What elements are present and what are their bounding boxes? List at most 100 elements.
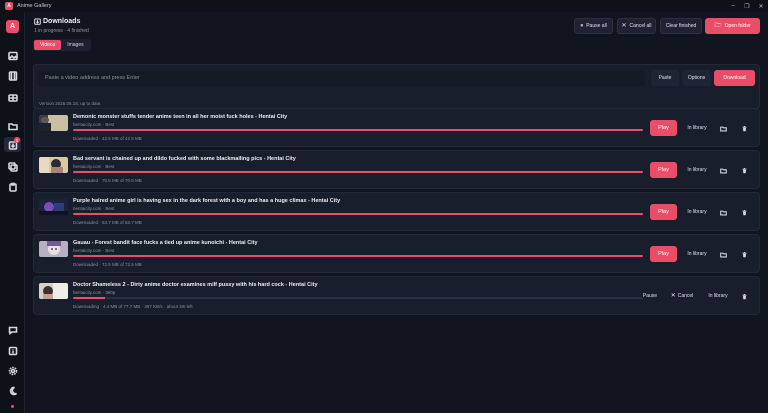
minimize-icon[interactable]: – xyxy=(726,0,740,12)
info-icon xyxy=(8,346,17,355)
download-source: hentaicity.com · 360p xyxy=(73,290,116,295)
delete-button[interactable] xyxy=(737,288,751,304)
download-row: Gauau - Forest bandit face fucks a tied … xyxy=(33,234,760,273)
play-button[interactable]: Play xyxy=(650,246,677,262)
cancel-all-button[interactable]: ✕ Cancel all xyxy=(617,18,656,34)
video-thumbnail[interactable] xyxy=(39,283,68,299)
video-thumbnail[interactable] xyxy=(39,157,68,173)
download-status: Downloaded · 63.7 MB of 63.7 MB xyxy=(73,220,142,225)
cancel-button[interactable]: ✕ Cancel xyxy=(666,288,698,304)
trash-icon xyxy=(741,209,747,215)
in-library-button[interactable]: In library xyxy=(682,120,712,136)
folder-icon xyxy=(719,168,727,173)
in-library-button[interactable]: In library xyxy=(682,204,712,220)
download-source: hentaicity.com · Best xyxy=(73,122,115,127)
sidebar-item-clipboard[interactable] xyxy=(4,179,21,194)
sidebar-item-folders[interactable] xyxy=(4,118,21,133)
url-input[interactable] xyxy=(37,70,645,86)
open-folder-button[interactable] xyxy=(716,246,730,262)
download-icon xyxy=(34,18,41,25)
folder-icon xyxy=(719,126,727,131)
folder-icon xyxy=(7,122,18,130)
downloads-badge: 5 xyxy=(14,137,20,143)
paste-button[interactable]: Paste xyxy=(651,70,679,86)
progress-fill xyxy=(73,171,643,173)
download-progress xyxy=(73,297,643,299)
delete-button[interactable] xyxy=(737,246,751,262)
x-icon: ✕ xyxy=(670,293,676,299)
delete-button[interactable] xyxy=(737,204,751,220)
delete-button[interactable] xyxy=(737,162,751,178)
pause-button[interactable]: Pause xyxy=(638,288,662,304)
sidebar-item-downloads[interactable]: 5 xyxy=(4,137,21,152)
sidebar-logo[interactable]: A xyxy=(6,20,19,33)
progress-fill xyxy=(73,255,643,257)
open-folder-button[interactable] xyxy=(716,204,730,220)
video-thumbnail[interactable] xyxy=(39,241,68,257)
clear-finished-button[interactable]: Clear finished xyxy=(660,18,702,34)
folder-icon: 🗁 xyxy=(714,23,722,29)
maximize-icon[interactable]: ❐ xyxy=(740,0,754,12)
trash-icon xyxy=(741,125,747,131)
download-title: Gauau - Forest bandit face fucks a tied … xyxy=(73,240,258,246)
title-bar: A Anime Gallery – ❐ ✕ xyxy=(0,0,768,12)
open-folder-button[interactable]: 🗁 Open folder xyxy=(705,18,760,34)
download-progress xyxy=(73,213,643,215)
sidebar-item-settings[interactable] xyxy=(4,363,21,378)
media-type-tabs: Videos Images xyxy=(33,39,91,51)
play-button[interactable]: Play xyxy=(650,204,677,220)
open-folder-button[interactable] xyxy=(716,162,730,178)
image-icon xyxy=(7,51,18,60)
video-thumbnail[interactable] xyxy=(39,115,68,131)
sidebar-item-chat[interactable] xyxy=(4,322,21,337)
options-button[interactable]: Options xyxy=(682,70,711,86)
page-subtitle: 1 in progress · 4 finished xyxy=(34,28,89,34)
sidebar-item-theme[interactable] xyxy=(4,383,21,398)
main-content: Downloads 1 in progress · 4 finished Vid… xyxy=(25,12,768,413)
grid-icon xyxy=(7,93,18,102)
pause-icon: ⏸ xyxy=(580,23,584,29)
film-icon xyxy=(8,70,17,81)
sidebar-item-gallery[interactable] xyxy=(4,48,21,63)
tab-videos[interactable]: Videos xyxy=(34,40,62,50)
close-icon[interactable]: ✕ xyxy=(754,0,768,12)
in-library-button[interactable]: In library xyxy=(702,288,734,304)
download-progress xyxy=(73,171,643,173)
play-button[interactable]: Play xyxy=(650,120,677,136)
progress-fill xyxy=(73,213,643,215)
video-thumbnail[interactable] xyxy=(39,199,68,215)
open-folder-label: Open folder xyxy=(724,23,751,29)
tab-images[interactable]: Images xyxy=(61,40,89,50)
pause-all-label: Pause all xyxy=(586,23,607,29)
sidebar-item-collections[interactable] xyxy=(4,90,21,105)
download-button[interactable]: Download xyxy=(714,70,755,86)
sidebar-item-library[interactable] xyxy=(4,159,21,174)
download-progress xyxy=(73,255,643,257)
download-source: hentaicity.com · Best xyxy=(73,206,115,211)
page-title: Downloads xyxy=(43,18,81,25)
download-row: Doctor Shameless 2 - Dirty anime doctor … xyxy=(33,276,760,315)
download-row: Purple haired anime girl is having sex i… xyxy=(33,192,760,231)
url-panel: Paste Options Download Version 2026.06.1… xyxy=(33,64,760,109)
folder-icon xyxy=(719,210,727,215)
chat-icon xyxy=(8,326,17,335)
sidebar-item-videos[interactable] xyxy=(4,68,21,83)
sidebar-item-info[interactable] xyxy=(4,343,21,358)
in-library-button[interactable]: In library xyxy=(682,246,712,262)
trash-icon xyxy=(741,251,747,257)
delete-button[interactable] xyxy=(737,120,751,136)
download-status: Downloaded · 72.5 MB of 72.5 MB xyxy=(73,262,142,267)
pause-all-button[interactable]: ⏸ Pause all xyxy=(574,18,613,34)
download-row: Demonic monster stuffs tender anime teen… xyxy=(33,108,760,147)
download-status: Downloading · 4.4 MB of 77.7 MB · 397 KB… xyxy=(73,304,193,309)
open-folder-button[interactable] xyxy=(716,120,730,136)
play-button[interactable]: Play xyxy=(650,162,677,178)
cancel-all-label: Cancel all xyxy=(629,23,652,29)
folder-icon xyxy=(719,252,727,257)
download-status: Downloaded · 42.5 MB of 42.5 MB xyxy=(73,136,142,141)
app-logo: A xyxy=(5,2,13,10)
in-library-button[interactable]: In library xyxy=(682,162,712,178)
progress-fill xyxy=(73,297,106,299)
x-icon: ✕ xyxy=(621,23,627,29)
download-title: Demonic monster stuffs tender anime teen… xyxy=(73,114,288,120)
